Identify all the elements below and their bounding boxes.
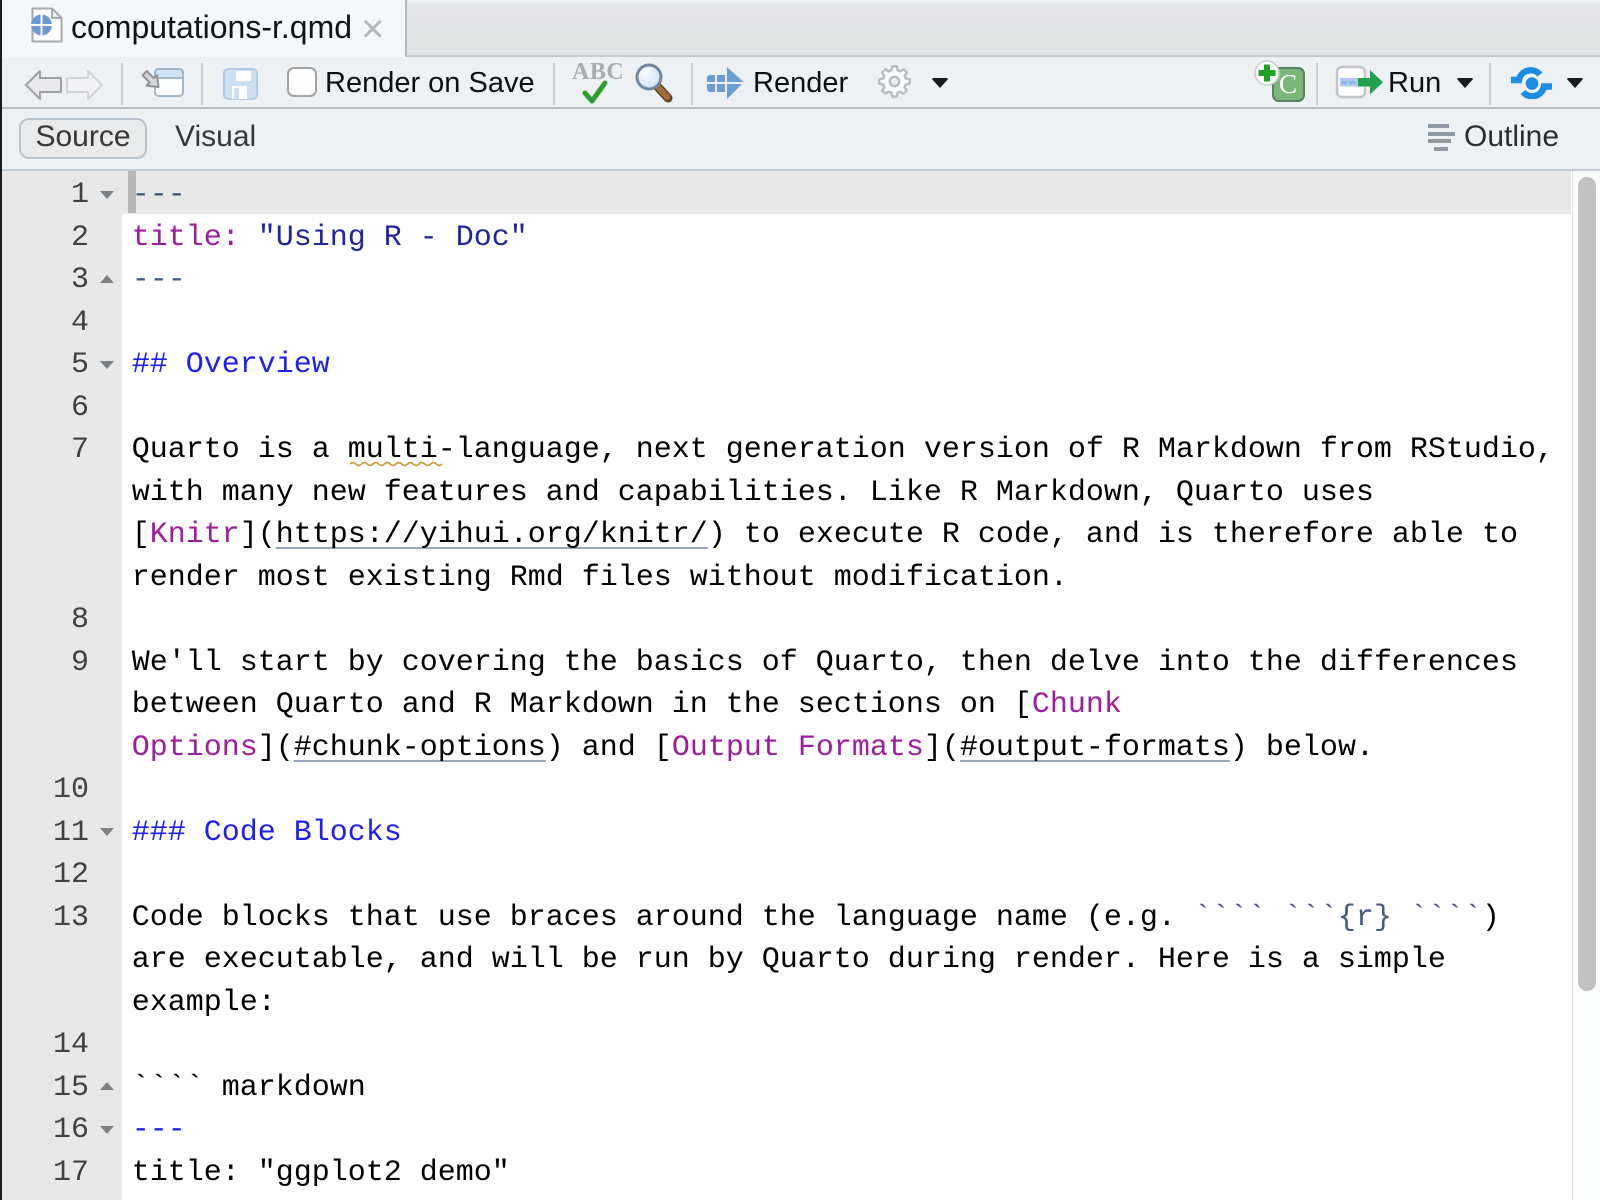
svg-text:C: C bbox=[1279, 69, 1297, 99]
